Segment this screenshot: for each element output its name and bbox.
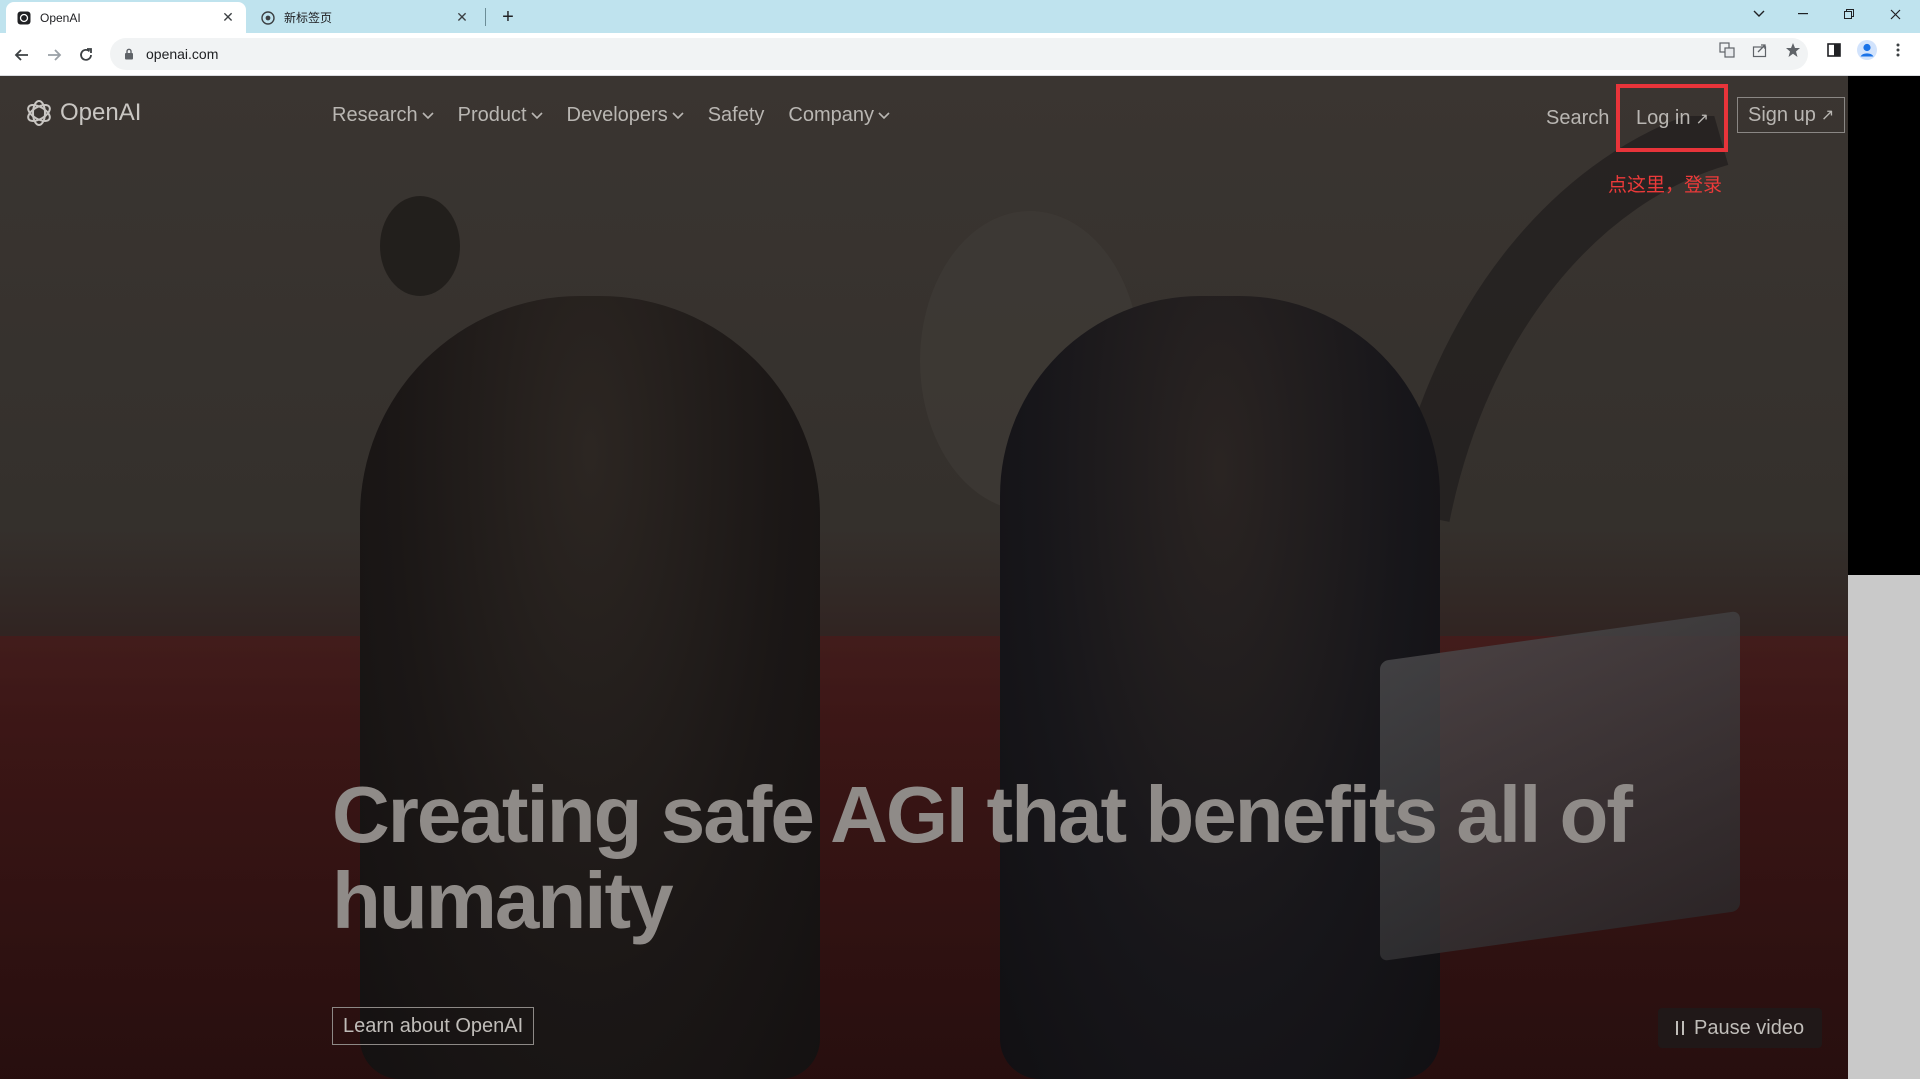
nav-label: Safety (707, 104, 765, 126)
tab-openai[interactable]: OpenAI ✕ (6, 2, 246, 33)
minimize-icon[interactable] (1780, 0, 1826, 28)
new-tab-button[interactable]: + (496, 5, 520, 29)
translate-icon[interactable] (1719, 42, 1735, 58)
site-header: OpenAI Research Product Developers Safet… (0, 76, 1848, 156)
nav-developers[interactable]: Developers (567, 104, 684, 127)
kebab-menu-icon[interactable] (1890, 42, 1906, 58)
chevron-down-icon (878, 110, 890, 122)
nav-company[interactable]: Company (788, 104, 890, 127)
close-tab-icon[interactable]: ✕ (220, 9, 236, 26)
openai-favicon-icon (16, 10, 32, 26)
chevron-down-icon (672, 110, 684, 122)
pause-icon (1676, 1021, 1684, 1035)
background-artwork (380, 196, 460, 296)
bookmark-star-icon[interactable] (1785, 42, 1801, 58)
page-edge-strip (1848, 575, 1920, 1079)
forward-arrow-icon[interactable] (40, 41, 68, 69)
nav-product[interactable]: Product (458, 104, 543, 127)
nav-safety[interactable]: Safety (708, 104, 765, 127)
profile-avatar-icon[interactable] (1856, 39, 1878, 61)
openai-logo[interactable]: OpenAI (24, 98, 141, 128)
nav-research[interactable]: Research (332, 104, 434, 127)
nav-label: Developers (566, 104, 668, 126)
external-arrow-icon: ↗ (1820, 107, 1835, 124)
search-link[interactable]: Search (1546, 107, 1609, 130)
nav-label: Company (788, 104, 875, 126)
signup-button[interactable]: Sign up ↗ (1737, 97, 1846, 133)
pause-video-button[interactable]: Pause video (1658, 1008, 1823, 1048)
chevron-down-icon (422, 110, 434, 122)
learn-about-button[interactable]: Learn about OpenAI (332, 1007, 535, 1045)
close-window-icon[interactable] (1872, 0, 1918, 28)
annotation-text: 点这里，登录 (1608, 175, 1723, 196)
person-silhouette (1000, 296, 1440, 1079)
nav-label: Research (332, 104, 418, 126)
openai-logo-icon (27, 100, 51, 126)
page-edge-strip (1848, 76, 1920, 575)
browser-tab-strip: OpenAI ✕ 新标签页 ✕ + (0, 0, 1920, 33)
restore-icon[interactable] (1826, 0, 1872, 28)
signup-label: Sign up (1748, 103, 1816, 126)
chrome-icon (260, 10, 276, 26)
address-bar[interactable]: openai.com (110, 38, 1808, 70)
back-arrow-icon[interactable] (8, 41, 36, 69)
tab-search-chevron-icon[interactable] (1736, 0, 1782, 28)
hero-title: Creating safe AGI that benefits all of h… (332, 770, 1633, 945)
tab-divider (485, 8, 486, 26)
browser-toolbar: openai.com (0, 33, 1920, 76)
main-nav: Research Product Developers Safety Compa… (332, 104, 890, 127)
lock-icon[interactable] (122, 47, 136, 61)
reload-icon[interactable] (72, 41, 100, 69)
chevron-down-icon (530, 110, 543, 122)
url-text[interactable]: openai.com (146, 46, 218, 62)
tab-title: OpenAI (40, 10, 81, 25)
pause-label: Pause video (1694, 1016, 1805, 1039)
logo-text: OpenAI (60, 99, 142, 126)
tab-title: 新标签页 (284, 11, 333, 25)
tab-new-tab[interactable]: 新标签页 ✕ (250, 2, 480, 33)
side-panel-icon[interactable] (1826, 42, 1842, 58)
close-tab-icon[interactable]: ✕ (454, 9, 470, 26)
share-icon[interactable] (1752, 42, 1768, 58)
nav-label: Product (457, 104, 527, 126)
login-highlight-box (1616, 84, 1728, 152)
person-silhouette (360, 296, 820, 1079)
